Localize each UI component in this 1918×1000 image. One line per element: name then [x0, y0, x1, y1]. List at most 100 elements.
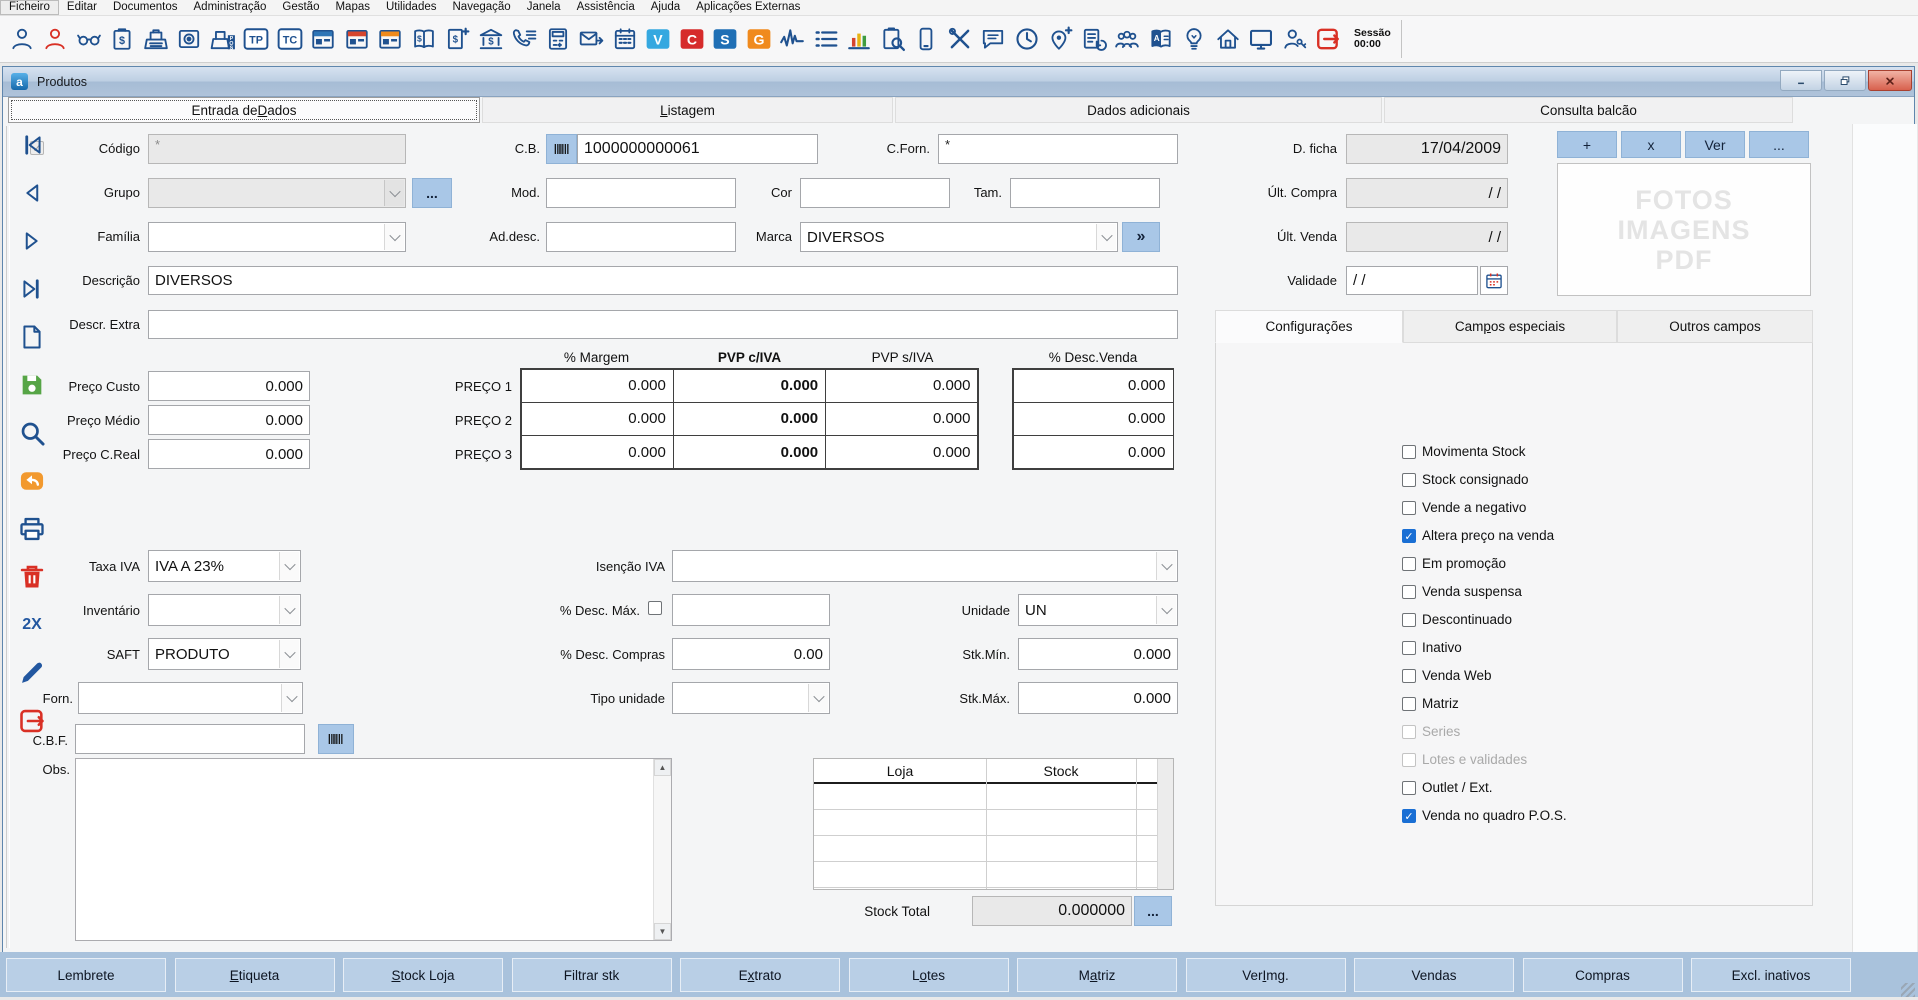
- mod-input[interactable]: [546, 178, 736, 208]
- cbf-barcode-button[interactable]: [318, 724, 354, 754]
- restore-button[interactable]: [1824, 70, 1866, 91]
- undo-icon[interactable]: [17, 466, 47, 496]
- isencao-select[interactable]: [672, 550, 1178, 582]
- chevron-down-icon[interactable]: [279, 552, 299, 580]
- descmax-checkbox[interactable]: [648, 601, 662, 615]
- desccompras-input[interactable]: 0.00: [672, 638, 830, 670]
- preco2-cell-1[interactable]: 0.000: [673, 402, 826, 436]
- preco1-cell-1[interactable]: 0.000: [673, 369, 826, 403]
- checkbox-descontinuado[interactable]: [1402, 613, 1416, 627]
- cor-input[interactable]: [800, 178, 950, 208]
- photo-more-button[interactable]: ...: [1749, 131, 1809, 158]
- validade-calendar-button[interactable]: [1480, 266, 1508, 295]
- checkbox-venda-web[interactable]: [1402, 669, 1416, 683]
- stock-table-scrollbar[interactable]: [1157, 759, 1173, 889]
- validade-input[interactable]: / /: [1346, 266, 1478, 295]
- checkbox-movimenta-stock[interactable]: [1402, 445, 1416, 459]
- preco1-cell-0[interactable]: 0.000: [521, 369, 674, 403]
- people-icon[interactable]: [1114, 24, 1141, 54]
- chevron-down-icon[interactable]: [808, 684, 828, 712]
- badge-v-icon[interactable]: V: [645, 24, 672, 54]
- tab-consulta-balcao[interactable]: Consulta balcão: [1384, 97, 1793, 123]
- preco3-desc-venda[interactable]: 0.000: [1013, 435, 1174, 469]
- chevron-down-icon[interactable]: [1096, 224, 1116, 250]
- tab-entrada-de-dados[interactable]: Entrada de Dados: [8, 97, 480, 123]
- tam-input[interactable]: [1010, 178, 1160, 208]
- grupo-select[interactable]: [148, 178, 406, 208]
- chevron-down-icon[interactable]: [279, 640, 299, 668]
- grupo-more-button[interactable]: ...: [412, 178, 452, 208]
- photo-add-button[interactable]: +: [1557, 131, 1617, 158]
- chevron-down-icon[interactable]: [1156, 596, 1176, 624]
- calendar-grid-icon[interactable]: [611, 24, 638, 54]
- loja-stock-table[interactable]: Loja Stock: [813, 758, 1174, 890]
- exit-icon[interactable]: [1315, 24, 1342, 54]
- photo-remove-button[interactable]: x: [1621, 131, 1681, 158]
- resize-grip[interactable]: [1901, 983, 1915, 997]
- badge-s-icon[interactable]: S: [712, 24, 739, 54]
- calendar-blue-icon[interactable]: [310, 24, 337, 54]
- scroll-up-icon[interactable]: ▲: [654, 759, 671, 776]
- badge-tc-icon[interactable]: TC: [276, 24, 303, 54]
- glasses-icon[interactable]: [75, 24, 102, 54]
- button-filtrar-stk[interactable]: Filtrar stk: [512, 958, 672, 992]
- calendar-orange-icon[interactable]: [377, 24, 404, 54]
- button-excl-inativos[interactable]: Excl. inativos: [1691, 958, 1851, 992]
- config-tab-outros-campos[interactable]: Outros campos: [1617, 310, 1813, 343]
- bank-icon[interactable]: $: [477, 24, 504, 54]
- smartphone-icon[interactable]: [913, 24, 940, 54]
- menu-administracao[interactable]: Administração: [186, 0, 275, 15]
- button-etiqueta[interactable]: Etiqueta: [175, 958, 335, 992]
- codigo-input[interactable]: *: [148, 134, 406, 164]
- badge-g-icon[interactable]: G: [745, 24, 772, 54]
- user-key-icon[interactable]: [1281, 24, 1308, 54]
- menu-ficheiro[interactable]: Ficheiro: [0, 0, 59, 15]
- preco-creal-input[interactable]: 0.000: [148, 439, 310, 469]
- taxaiva-select[interactable]: IVA A 23%: [148, 550, 301, 582]
- cb-input[interactable]: 1000000000061: [577, 134, 818, 164]
- saft-select[interactable]: PRODUTO: [148, 638, 301, 670]
- save-icon[interactable]: [17, 370, 47, 400]
- descrextra-input[interactable]: [148, 310, 1178, 339]
- preco2-cell-0[interactable]: 0.000: [521, 402, 674, 436]
- button-stock-loja[interactable]: Stock Loja: [343, 958, 503, 992]
- menu-documentos[interactable]: Documentos: [105, 0, 186, 15]
- calendar-red-icon[interactable]: [343, 24, 370, 54]
- badge-tp-icon[interactable]: TP: [243, 24, 270, 54]
- button-extrato[interactable]: Extrato: [680, 958, 840, 992]
- menu-janela[interactable]: Janela: [519, 0, 569, 15]
- safe-eye-icon[interactable]: [176, 24, 203, 54]
- new-record-icon[interactable]: [17, 322, 47, 352]
- comment-icon[interactable]: [980, 24, 1007, 54]
- lightbulb-icon[interactable]: [1181, 24, 1208, 54]
- nav-first-icon[interactable]: [17, 130, 47, 160]
- button-matriz[interactable]: Matriz: [1017, 958, 1177, 992]
- stock-total-more-button[interactable]: ...: [1134, 896, 1172, 926]
- preco-custo-input[interactable]: 0.000: [148, 371, 310, 401]
- dictionary-icon[interactable]: A: [1147, 24, 1174, 54]
- familia-select[interactable]: [148, 222, 406, 252]
- button-lembrete[interactable]: Lembrete: [6, 958, 166, 992]
- preco1-desc-venda[interactable]: 0.000: [1013, 369, 1174, 403]
- ledger-book-icon[interactable]: $: [410, 24, 437, 54]
- marca-more-button[interactable]: »: [1122, 222, 1160, 252]
- checkbox-venda-suspensa[interactable]: [1402, 585, 1416, 599]
- cbf-input[interactable]: [75, 724, 305, 754]
- config-tab-campos-especiais[interactable]: Campos especiais: [1403, 310, 1617, 343]
- button-compras[interactable]: Compras: [1523, 958, 1683, 992]
- calculator-icon[interactable]: [544, 24, 571, 54]
- preco1-cell-2[interactable]: 0.000: [825, 369, 978, 403]
- stkmax-input[interactable]: 0.000: [1018, 682, 1178, 714]
- delete-icon[interactable]: [17, 562, 47, 592]
- menu-aplicacoes-externas[interactable]: Aplicações Externas: [688, 0, 808, 15]
- menu-ajuda[interactable]: Ajuda: [643, 0, 688, 15]
- obs-textarea[interactable]: [76, 759, 658, 944]
- checkbox-venda-no-quadro-p-o-s[interactable]: ✓: [1402, 809, 1416, 823]
- inventario-select[interactable]: [148, 594, 301, 626]
- mail-send-icon[interactable]: [578, 24, 605, 54]
- scroll-down-icon[interactable]: ▼: [654, 923, 671, 940]
- preco2-desc-venda[interactable]: 0.000: [1013, 402, 1174, 436]
- checkbox-matriz[interactable]: [1402, 697, 1416, 711]
- marca-select[interactable]: DIVERSOS: [800, 222, 1118, 252]
- preco3-cell-1[interactable]: 0.000: [673, 435, 826, 469]
